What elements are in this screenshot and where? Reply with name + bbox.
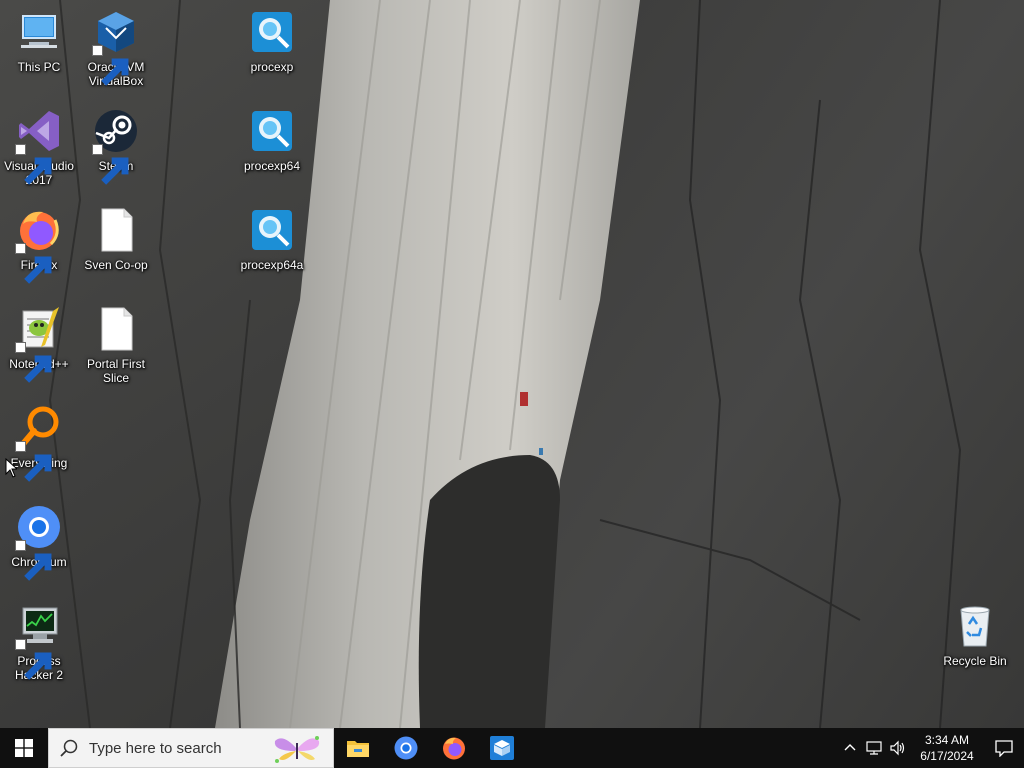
virtualbox-icon	[490, 736, 514, 760]
taskbar-search-box[interactable]	[48, 728, 334, 768]
desktop-icon-label: Sven Co-op	[84, 258, 148, 272]
desktop-icon-virtualbox[interactable]: Oracle VM VirtualBox	[77, 8, 155, 88]
recycle-bin-icon	[951, 602, 999, 650]
desktop-icon-label: procexp	[250, 60, 294, 74]
chromium-icon	[394, 736, 418, 760]
shortcut-arrow-icon	[15, 540, 52, 581]
chevron-up-icon	[844, 744, 856, 751]
speaker-icon	[890, 740, 905, 756]
clock-date: 6/17/2024	[920, 749, 974, 763]
folder-icon	[347, 741, 369, 757]
desktop-icon-recycle-bin[interactable]: Recycle Bin	[936, 602, 1014, 668]
process-explorer-icon	[248, 107, 296, 155]
tray-show-hidden-button[interactable]	[838, 728, 862, 768]
computer-icon	[15, 8, 63, 56]
everything-search-icon	[15, 404, 63, 482]
desktop-icon-firefox[interactable]: Firefox	[0, 206, 78, 284]
desktop-icon-steam[interactable]: Steam	[77, 107, 155, 185]
desktop-icon-procexp[interactable]: procexp	[233, 8, 311, 74]
action-center-button[interactable]	[984, 728, 1024, 768]
search-input[interactable]	[87, 738, 261, 758]
desktop-icon-procexp64a[interactable]: procexp64a	[233, 206, 311, 272]
desktop-icon-notepad-plus-plus[interactable]: Notepad++	[0, 305, 78, 383]
blank-file-icon	[92, 206, 140, 254]
process-hacker-icon	[15, 602, 63, 680]
process-explorer-icon	[248, 8, 296, 56]
desktop-icon-process-hacker[interactable]: Process Hacker 2	[0, 602, 78, 682]
blank-file-icon	[92, 305, 140, 353]
desktop-icon-label: Portal First Slice	[86, 357, 145, 385]
firefox-icon	[15, 206, 63, 284]
shortcut-arrow-icon	[15, 342, 52, 383]
taskbar-clock[interactable]: 3:34 AM 6/17/2024	[910, 732, 984, 764]
tray-volume-button[interactable]	[886, 728, 910, 768]
shortcut-arrow-icon	[15, 144, 52, 185]
chromium-icon	[15, 503, 63, 581]
shortcut-arrow-icon	[15, 243, 52, 284]
desktop-icon-label: This PC	[17, 60, 61, 74]
search-icon	[60, 739, 78, 757]
system-tray: 3:34 AM 6/17/2024	[838, 728, 1024, 768]
taskbar-app-chromium[interactable]	[382, 728, 430, 768]
desktop-icon-portal-first-slice[interactable]: Portal First Slice	[77, 305, 155, 385]
desktop-icon-visual-studio[interactable]: Visual Studio 2017	[0, 107, 78, 187]
clock-time: 3:34 AM	[924, 733, 970, 747]
shortcut-arrow-icon	[92, 144, 129, 185]
taskbar-app-file-explorer[interactable]	[334, 728, 382, 768]
desktop-icon-chromium[interactable]: Chromium	[0, 503, 78, 581]
visual-studio-icon	[15, 107, 63, 185]
firefox-icon	[443, 737, 465, 760]
shortcut-arrow-icon	[15, 639, 52, 680]
desktop-icon-this-pc[interactable]: This PC	[0, 8, 78, 74]
search-highlight-butterfly-icon	[274, 736, 320, 763]
taskbar-app-firefox[interactable]	[430, 728, 478, 768]
start-button[interactable]	[0, 728, 48, 768]
windows-logo-icon	[15, 739, 33, 757]
process-explorer-icon	[248, 206, 296, 254]
desktop-icon-sven-co-op[interactable]: Sven Co-op	[77, 206, 155, 272]
taskbar: 3:34 AM 6/17/2024	[0, 728, 1024, 768]
desktop-icon-label: procexp64a	[240, 258, 304, 272]
desktop-icon-label: procexp64	[243, 159, 301, 173]
shortcut-arrow-icon	[92, 45, 129, 86]
desktop-icon-procexp64[interactable]: procexp64	[233, 107, 311, 173]
notification-icon	[995, 740, 1013, 757]
network-icon	[866, 741, 882, 755]
tray-network-button[interactable]	[862, 728, 886, 768]
notepad-plus-plus-icon	[15, 305, 63, 383]
desktop-icon-label: Recycle Bin	[943, 654, 1007, 668]
mouse-cursor-icon	[5, 458, 17, 478]
shortcut-arrow-icon	[15, 441, 52, 482]
virtualbox-icon	[92, 8, 140, 86]
taskbar-app-virtualbox[interactable]	[478, 728, 526, 768]
steam-icon	[92, 107, 140, 185]
